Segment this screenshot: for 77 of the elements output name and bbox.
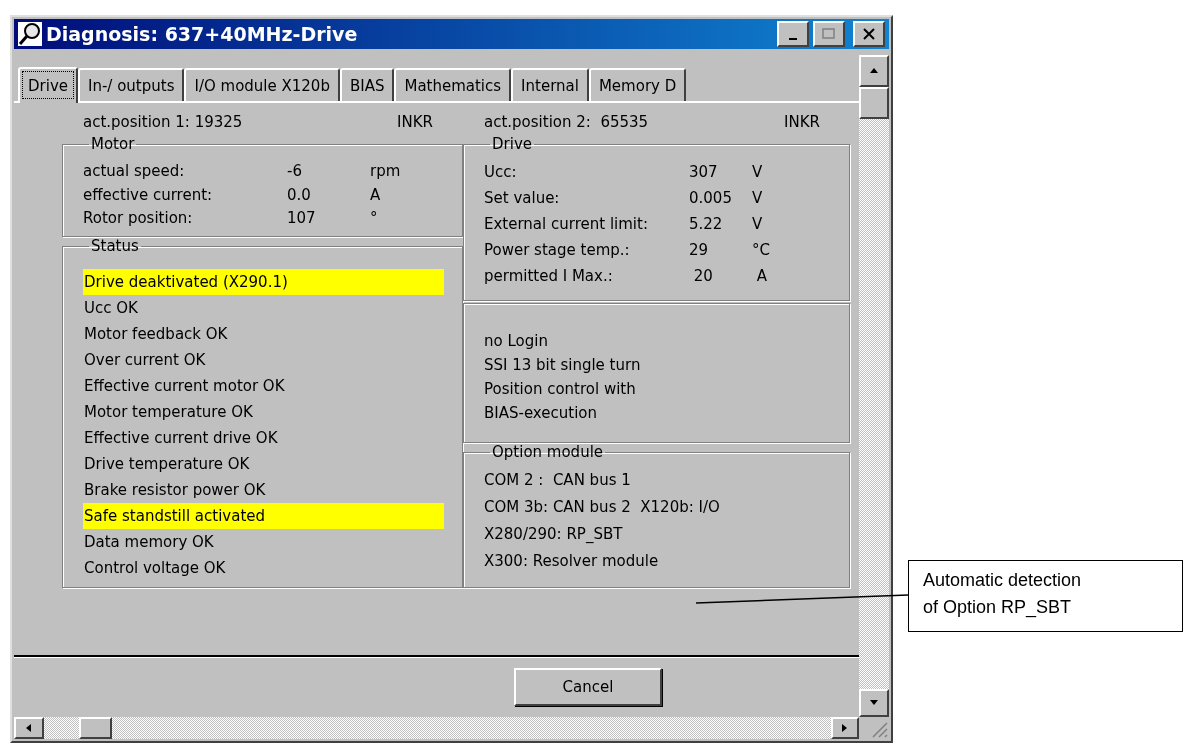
minimize-icon (789, 38, 797, 40)
info-line: Position control with (484, 380, 637, 398)
group-title: Drive (491, 135, 533, 153)
status-line: Motor feedback OK (83, 324, 229, 345)
tab[interactable]: In-/ outputs (78, 68, 185, 101)
value-reading: 307 (689, 163, 719, 181)
info-line: BIAS-execution (484, 404, 598, 422)
maximize-icon (822, 28, 836, 40)
close-button[interactable] (853, 21, 885, 47)
position-label: act.position 1: 19325 (83, 113, 243, 131)
info-line: SSI 13 bit single turn (484, 356, 642, 374)
value-label: Rotor position: (83, 209, 194, 228)
value-reading: 0.0 (287, 185, 312, 204)
tab[interactable]: BIAS (339, 68, 395, 101)
status-line: Drive temperature OK (83, 454, 251, 475)
status-line: Data memory OK (83, 532, 215, 553)
callout-note: Automatic detection of Option RP_SBT (908, 560, 1183, 632)
value-label: effective current: (83, 185, 214, 204)
group-title: Motor (90, 135, 136, 153)
magnifier-icon (18, 22, 42, 46)
scroll-up-button[interactable] (859, 55, 889, 87)
scroll-down-button[interactable] (859, 689, 889, 717)
value-reading: 5.22 (689, 215, 724, 233)
value-unit: V (752, 189, 764, 207)
value-reading: -6 (287, 161, 303, 180)
group-title: Option module (491, 443, 605, 461)
close-icon (863, 28, 875, 40)
status-line: Effective current drive OK (83, 428, 279, 449)
tab[interactable]: Drive (18, 67, 78, 103)
value-unit: ° (370, 209, 379, 228)
option-line: X300: Resolver module (484, 552, 660, 570)
value-unit: A (370, 185, 382, 204)
value-reading: 29 (689, 241, 710, 259)
value-label: External current limit: (484, 215, 649, 233)
position-unit: INKR (784, 113, 820, 131)
horizontal-scrollbar[interactable] (14, 717, 859, 739)
scroll-thumb[interactable] (859, 87, 889, 119)
option-line: COM 3b: CAN bus 2 X120b: I/O (484, 498, 721, 516)
up-arrow-icon (869, 66, 879, 76)
value-unit: rpm (370, 161, 402, 180)
value-reading: 20 (692, 267, 714, 285)
scroll-left-button[interactable] (14, 717, 44, 739)
value-label: Power stage temp.: (484, 241, 631, 259)
vertical-scrollbar[interactable] (859, 55, 889, 717)
window-title: Diagnosis: 637+40MHz-Drive (46, 23, 359, 45)
status-line: Control voltage OK (83, 558, 227, 579)
value-label: permitted I Max.: (484, 267, 614, 285)
group-title: Status (90, 237, 140, 255)
status-line: Ucc OK (83, 298, 139, 319)
position-unit: INKR (397, 113, 433, 131)
status-line: Effective current motor OK (83, 376, 286, 397)
value-unit: V (752, 163, 764, 181)
value-unit: V (752, 215, 764, 233)
tab[interactable]: Mathematics (394, 68, 512, 101)
cancel-button[interactable]: Cancel (514, 668, 662, 706)
maximize-button[interactable] (813, 21, 845, 47)
tab[interactable]: I/O module X120b (184, 68, 340, 101)
status-line: Over current OK (83, 350, 207, 371)
scroll-thumb[interactable] (79, 717, 112, 739)
position-label: act.position 2: 65535 (484, 113, 649, 131)
tab[interactable]: Internal (511, 68, 589, 101)
value-unit: °C (752, 241, 771, 259)
value-label: Set value: (484, 189, 561, 207)
status-line: Motor temperature OK (83, 402, 254, 423)
option-line: X280/290: RP_SBT (484, 525, 624, 543)
left-arrow-icon (24, 723, 34, 733)
value-reading: 107 (287, 209, 317, 228)
tab[interactable]: Memory D (588, 68, 687, 101)
minimize-button[interactable] (777, 21, 809, 47)
value-label: actual speed: (83, 161, 186, 180)
status-line: Brake resistor power OK (83, 480, 267, 501)
scroll-right-button[interactable] (831, 717, 859, 739)
value-label: Ucc: (484, 163, 518, 181)
option-line: COM 2 : CAN bus 1 (484, 471, 632, 489)
value-reading: 0.005 (689, 189, 733, 207)
value-unit: A (755, 267, 769, 285)
info-line: no Login (484, 332, 549, 350)
